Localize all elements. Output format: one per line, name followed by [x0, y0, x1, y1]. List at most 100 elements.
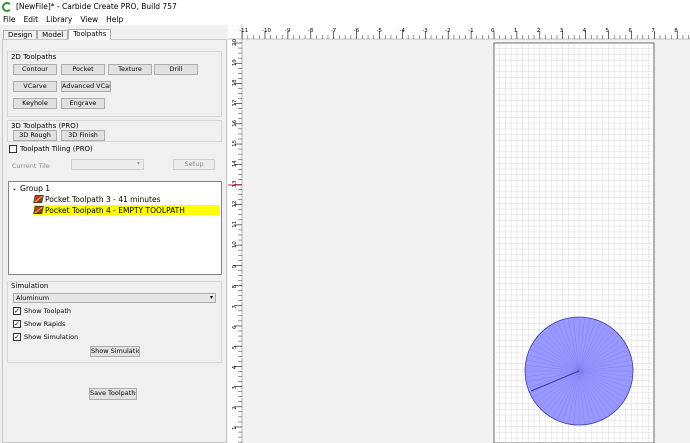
- 2d-toolpaths-group: 2D Toolpaths Contour Pocket Texture Dril…: [7, 51, 222, 117]
- ruler-label: 1: [232, 427, 238, 431]
- 3d-finish-button[interactable]: 3D Finish: [61, 130, 105, 141]
- tiling-setup-button[interactable]: Setup: [173, 159, 215, 170]
- ruler-label: -8: [308, 28, 314, 34]
- toolpath-item-selected[interactable]: Pocket Toolpath 4 - EMPTY TOOLPATH: [33, 205, 220, 215]
- toolpath-item-label: Pocket Toolpath 3 - 41 minutes: [45, 194, 161, 204]
- pocket-button[interactable]: Pocket: [61, 64, 105, 75]
- material-value: Aluminum: [16, 294, 50, 302]
- ruler-label: -5: [377, 28, 383, 34]
- show-rapids-row[interactable]: Show Rapids: [13, 319, 66, 329]
- contour-button[interactable]: Contour: [13, 64, 57, 75]
- simulation-label: Simulation: [11, 282, 49, 290]
- canvas-workspace[interactable]: -11 -10 -9 -8 -7 -6 -5 -4 -3 -2 -1 0 1 2 3 4 5 6 7 8 20 19 18 1…: [228, 25, 690, 443]
- 2d-toolpaths-label: 2D Toolpaths: [11, 53, 57, 61]
- window-title: [NewFile]* - Carbide Create PRO, Build 7…: [16, 2, 177, 11]
- ruler-label: 5: [232, 345, 238, 349]
- design-canvas[interactable]: -11 -10 -9 -8 -7 -6 -5 -4 -3 -2 -1 0 1 2 3 4 5 6 7 82019181…: [228, 25, 690, 443]
- ruler-label: -6: [354, 28, 360, 34]
- 3d-rough-button[interactable]: 3D Rough: [13, 130, 57, 141]
- ruler-label: 16: [232, 119, 238, 126]
- ruler-label: -2: [445, 28, 450, 34]
- ruler-label: 3: [560, 28, 564, 34]
- toolpath-list: ⌄ Group 1 Pocket Toolpath 3 - 41 minutes…: [8, 181, 222, 275]
- title-bar: [NewFile]* - Carbide Create PRO, Build 7…: [0, 0, 690, 13]
- ruler-label: 6: [628, 28, 632, 34]
- show-rapids-checkbox[interactable]: [13, 319, 21, 329]
- vertical-ruler: [228, 25, 242, 443]
- ruler-label: 5: [606, 28, 610, 34]
- menu-help[interactable]: Help: [102, 15, 127, 24]
- show-rapids-label: Show Rapids: [24, 320, 66, 328]
- ruler-label: 6: [232, 325, 238, 329]
- texture-button[interactable]: Texture: [108, 64, 152, 75]
- menu-library[interactable]: Library: [42, 15, 76, 24]
- tab-toolpaths[interactable]: Toolpaths: [68, 29, 112, 40]
- ruler-label: 1: [514, 28, 518, 34]
- tiling-checkbox[interactable]: [9, 145, 17, 153]
- toolpath-group-row[interactable]: ⌄ Group 1: [12, 184, 50, 193]
- ruler-label: -3: [422, 28, 428, 34]
- ruler-label: 13: [232, 180, 238, 187]
- ruler-label: 2: [232, 406, 238, 410]
- show-simulation-checkbox[interactable]: [13, 332, 21, 342]
- material-select[interactable]: Aluminum ▾: [13, 293, 216, 303]
- menu-bar: File Edit Library View Help: [0, 13, 690, 25]
- chevron-down-icon: ▾: [209, 294, 213, 301]
- tiling-label: Toolpath Tiling (PRO): [20, 145, 93, 153]
- toolpath-group-label: Group 1: [20, 184, 51, 193]
- ruler-label: 8: [674, 28, 678, 34]
- chevron-down-icon: ▾: [136, 160, 140, 167]
- show-simulation-button[interactable]: Show Simulation: [90, 346, 140, 357]
- ruler-label: -4: [399, 28, 405, 34]
- chevron-down-icon[interactable]: ⌄: [12, 185, 17, 192]
- show-simulation-label: Show Simulation: [24, 333, 79, 341]
- ruler-label: 2: [537, 28, 541, 34]
- show-toolpath-label: Show Toolpath: [24, 307, 72, 315]
- ruler-label: 19: [232, 59, 238, 66]
- engrave-button[interactable]: Engrave: [61, 98, 105, 109]
- ruler-label: 7: [232, 305, 238, 309]
- ruler-label: -9: [285, 28, 291, 34]
- ruler-label: 17: [232, 99, 238, 106]
- current-tile-label: Current Tile: [12, 162, 50, 170]
- ruler-label: 7: [651, 28, 655, 34]
- toolpaths-panel: 2D Toolpaths Contour Pocket Texture Dril…: [2, 39, 227, 443]
- show-toolpath-checkbox[interactable]: [13, 306, 21, 316]
- ruler-label: -11: [239, 28, 248, 34]
- 3d-toolpaths-group: 3D Toolpaths (PRO) 3D Rough 3D Finish: [7, 120, 222, 142]
- toolpath-item[interactable]: Pocket Toolpath 3 - 41 minutes: [33, 194, 163, 204]
- current-tile-select[interactable]: ▾: [71, 159, 144, 170]
- ruler-label: 4: [583, 28, 587, 34]
- advanced-vcarve-button[interactable]: Advanced VCarve: [61, 81, 111, 92]
- ruler-label: 3: [232, 386, 238, 390]
- menu-file[interactable]: File: [0, 15, 20, 24]
- toolpath-icon: [33, 206, 44, 214]
- ruler-label: 20: [232, 39, 238, 46]
- show-simulation-row[interactable]: Show Simulation: [13, 332, 79, 342]
- simulation-group: Simulation Aluminum ▾ Show Toolpath Show…: [7, 281, 222, 363]
- save-toolpaths-button[interactable]: Save Toolpaths: [89, 388, 137, 400]
- ruler-label: -10: [262, 28, 271, 34]
- menu-edit[interactable]: Edit: [20, 15, 43, 24]
- ruler-label: 12: [232, 201, 238, 208]
- carbide-logo-icon: [2, 1, 12, 12]
- ruler-label: -1: [468, 28, 473, 34]
- ruler-label: 4: [232, 365, 238, 369]
- show-toolpath-row[interactable]: Show Toolpath: [13, 306, 72, 316]
- ruler-label: 11: [232, 221, 238, 228]
- ruler-label: 10: [232, 241, 238, 248]
- ruler-label: 15: [232, 140, 238, 147]
- ruler-label: 0: [491, 28, 495, 34]
- ruler-label: 8: [232, 285, 238, 289]
- vcarve-button[interactable]: VCarve: [13, 81, 57, 92]
- keyhole-button[interactable]: Keyhole: [13, 98, 57, 109]
- menu-view[interactable]: View: [76, 15, 102, 24]
- toolpath-tiling-row: Toolpath Tiling (PRO): [9, 145, 93, 153]
- drill-button[interactable]: Drill: [154, 64, 198, 75]
- ruler-label: 9: [232, 264, 238, 268]
- ruler-label: 14: [232, 160, 238, 167]
- toolpath-icon: [33, 195, 44, 203]
- toolpath-item-label: Pocket Toolpath 4 - EMPTY TOOLPATH: [45, 205, 185, 215]
- ruler-label: 18: [232, 79, 238, 86]
- ruler-label: -7: [331, 28, 337, 34]
